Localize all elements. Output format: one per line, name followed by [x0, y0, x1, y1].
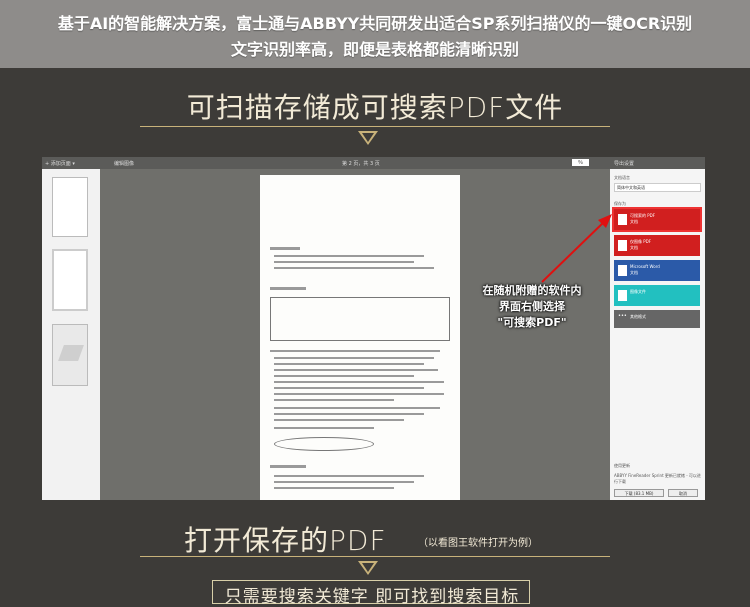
doc-language-label: 文档语言: [614, 175, 630, 180]
headline-underline-2: [140, 556, 610, 557]
cancel-button[interactable]: 取消: [668, 489, 698, 497]
doc-text-line: [274, 399, 394, 401]
add-pages-button[interactable]: + 添加页面 ▾: [45, 160, 75, 167]
doc-text-line: [274, 381, 444, 383]
dots-icon: •••: [618, 313, 627, 319]
doc-text-line: [274, 267, 434, 269]
option-sub: 文档: [630, 219, 638, 224]
annotation-arrow: [541, 214, 612, 283]
save-as-label: 保存为: [614, 201, 626, 206]
doc-text-line: [274, 427, 374, 429]
annotation-callout: 在随机附赠的软件内 界面右侧选择 "可搜索PDF": [466, 283, 598, 331]
doc-circled-note: [274, 437, 374, 451]
edit-image-button[interactable]: 编辑图像: [114, 160, 134, 167]
document-page: [260, 175, 460, 500]
doc-language-select[interactable]: 简体中文和英语: [614, 183, 701, 192]
down-arrow-icon-inner: [362, 563, 374, 572]
doc-text-line: [274, 363, 424, 365]
zoom-select[interactable]: ％: [572, 159, 590, 166]
download-button[interactable]: 下载 (83.1 MB): [614, 489, 664, 497]
doc-heading-1: [270, 247, 300, 250]
app-toolbar: + 添加页面 ▾ 编辑图像 第 2 页，共 3 页 ％ 导出设置: [42, 157, 705, 169]
update-label: 使用更新: [614, 463, 630, 468]
page-thumbnail-2[interactable]: [52, 249, 88, 311]
doc-text-line: [274, 255, 424, 257]
doc-heading-3: [270, 465, 306, 468]
doc-text-line: [274, 487, 394, 489]
option-sub: 文档: [630, 270, 638, 275]
scanner-icon: [58, 345, 84, 361]
export-settings-title: 导出设置: [614, 161, 635, 167]
thumbnail-pane: [42, 169, 100, 500]
down-arrow-icon-inner: [362, 133, 374, 142]
page-indicator: 第 2 页，共 3 页: [342, 161, 380, 167]
doc-text-line: [274, 419, 404, 421]
save-word-option[interactable]: Microsoft Word 文档: [614, 260, 700, 281]
doc-text-line: [274, 375, 414, 377]
doc-text-line: [274, 407, 440, 409]
save-image-file-option[interactable]: 图像文件: [614, 285, 700, 306]
doc-text-line: [274, 393, 444, 395]
search-hint-box: 只需要搜索关键字 即可找到搜索目标: [212, 580, 530, 607]
doc-text-line: [274, 475, 424, 477]
banner-line-1: 基于AI的智能解决方案，富士通与ABBYY共同研发出适合SP系列扫描仪的一键OC…: [57, 14, 693, 33]
top-banner: 基于AI的智能解决方案，富士通与ABBYY共同研发出适合SP系列扫描仪的一键OC…: [0, 0, 750, 68]
doc-text-line: [274, 413, 424, 415]
page-thumbnail-1[interactable]: [52, 177, 88, 237]
callout-line-3: "可搜索PDF": [497, 316, 567, 329]
headline-open-pdf-note: （以看图王软件打开为例）: [418, 538, 538, 549]
doc-text-line: [270, 350, 440, 352]
save-image-pdf-option[interactable]: 仅图像 PDF 文档: [614, 235, 700, 256]
callout-line-1: 在随机附赠的软件内: [482, 284, 582, 297]
option-sub: 文档: [630, 245, 638, 250]
headline-searchable-pdf: 可扫描存储成可搜索PDF文件: [186, 91, 564, 124]
image-icon: [618, 290, 627, 301]
save-searchable-pdf-option[interactable]: 可搜索的 PDF 文档: [612, 207, 702, 232]
update-text: ABBYY FineReader Sprint 更新已就绪 - 可以进行下载: [614, 473, 701, 484]
doc-table: [270, 297, 450, 341]
arrow-line: [541, 219, 607, 283]
export-panel: 文档语言 简体中文和英语 保存为 可搜索的 PDF 文档 仅图像 PDF 文档 …: [610, 169, 705, 500]
option-label: 图像文件: [630, 289, 646, 294]
search-hint-text: 只需要搜索关键字 即可找到搜索目标: [224, 587, 520, 607]
doc-text-line: [274, 387, 424, 389]
headline-underline: [140, 126, 610, 127]
doc-text-line: [274, 261, 414, 263]
headline-open-pdf: 打开保存的PDF: [184, 524, 387, 557]
doc-text-line: [274, 357, 434, 359]
other-formats-option[interactable]: ••• 其他格式: [614, 310, 700, 328]
scanner-thumbnail[interactable]: [52, 324, 88, 386]
doc-text-line: [274, 369, 438, 371]
doc-text-line: [274, 481, 414, 483]
banner-line-2: 文字识别率高，即便是表格都能清晰识别: [230, 40, 519, 59]
callout-line-2: 界面右侧选择: [499, 300, 565, 313]
option-label: 其他格式: [630, 314, 646, 319]
doc-heading-2: [270, 287, 306, 290]
